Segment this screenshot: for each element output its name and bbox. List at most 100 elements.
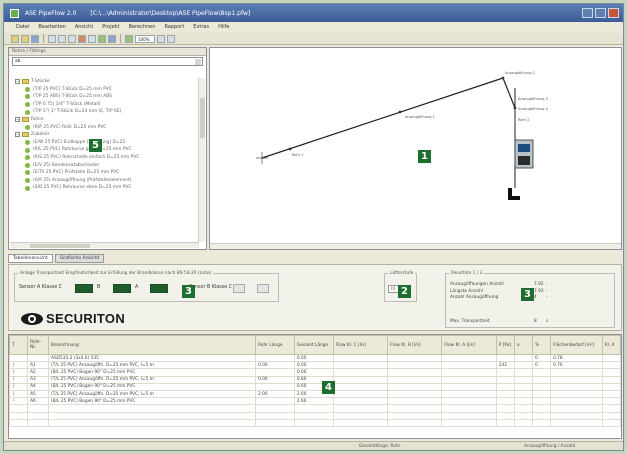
tree-item[interactable]: (R/S 25 PVC) Rohrschelle einfach D=25 mm… bbox=[11, 154, 199, 162]
table-row[interactable]: ├ A1 (T/L 25 PVC) Ansaugöffn. D=25 mm PVC,… bbox=[9, 361, 621, 370]
menu-projekt[interactable]: Projekt bbox=[102, 24, 119, 30]
sensor-b-class-c[interactable] bbox=[233, 284, 245, 293]
column-header[interactable]: a bbox=[513, 335, 533, 355]
tree-item[interactable]: (S/D 25 PVC) Rohrkurve eben D=25 mm PVC bbox=[11, 184, 199, 192]
pipe-drawing: Rohr 1 Ansaugöffnung 1 Ansaugöffnung 2 A… bbox=[256, 71, 549, 200]
fitting-icon bbox=[25, 178, 30, 184]
tree-item[interactable]: (A/P 25) Ansaugöffnung (Prüfstelleneleme… bbox=[11, 177, 199, 185]
tab-graphic-view[interactable]: Grafische Ansicht bbox=[54, 254, 105, 263]
calculate-icon[interactable] bbox=[98, 34, 106, 43]
sensor-a-class-c[interactable] bbox=[75, 284, 93, 293]
tree-item[interactable]: (T/P 25 PVC) T-Stück D=25 mm PVC bbox=[11, 86, 199, 94]
column-header[interactable]: Rohr-Nr. bbox=[27, 335, 50, 355]
menu-bearbeiten[interactable]: Bearbeiten bbox=[38, 24, 65, 30]
table-row[interactable]: ├ A5 (T/L 25 PVC) Ansaugöffn. D=25 mm PVC,… bbox=[9, 389, 621, 399]
print-icon[interactable] bbox=[48, 34, 56, 43]
close-icon[interactable] bbox=[608, 8, 619, 18]
column-header[interactable]: Flow Kl. C [l/s] bbox=[332, 335, 389, 355]
tree-item-label: (T/P 25 ABS) T-Stück D=25 mm ABS bbox=[33, 94, 112, 100]
column-header[interactable]: Bezeichnung bbox=[48, 335, 257, 355]
column-header[interactable]: Flow Kl. A [l/s] bbox=[441, 335, 497, 355]
collapse-icon[interactable]: − bbox=[15, 132, 20, 138]
zoom-select[interactable]: 100% bbox=[135, 34, 155, 43]
tree-item[interactable]: (E/V 25) Kondensatabscheider bbox=[11, 162, 199, 170]
maximize-icon[interactable] bbox=[595, 8, 606, 18]
table-row[interactable]: ├ A4 (B/L 25 PVC) Bogen 90° D=25 mm PVC 0.6… bbox=[9, 382, 621, 391]
cell-len: 0.00 bbox=[255, 361, 295, 370]
canvas-hscrollbar[interactable] bbox=[210, 243, 621, 249]
cut-icon[interactable] bbox=[58, 34, 66, 43]
fitting-icon bbox=[25, 147, 30, 153]
column-header[interactable]: Rohr Länge bbox=[255, 335, 295, 355]
column-header[interactable]: Flächenbedarf [m²] bbox=[550, 335, 603, 355]
toolbar: 100% bbox=[4, 33, 623, 45]
sensor-a-class-b[interactable] bbox=[113, 284, 131, 293]
cell-kl bbox=[601, 375, 621, 384]
zoom-out-icon[interactable] bbox=[167, 34, 175, 43]
new-file-icon[interactable] bbox=[11, 34, 19, 43]
tree-item[interactable]: (E/Th 25 PVC) Prüfstelle D=25 mm PVC bbox=[11, 169, 199, 177]
menu-ansicht[interactable]: Ansicht bbox=[75, 24, 93, 30]
menu-berechnen[interactable]: Berechnen bbox=[129, 24, 156, 30]
tree-folder[interactable]: − T-Stücke bbox=[11, 78, 199, 86]
cell-pct bbox=[531, 397, 552, 406]
save-icon[interactable] bbox=[31, 34, 39, 43]
tree-item[interactable]: (T/P 0.75) 3/4" T-Stück (Metall) bbox=[11, 101, 199, 109]
tree-item[interactable]: (R/P 25 PVC) Rohr D=25 mm PVC bbox=[11, 124, 199, 132]
open-folder-icon[interactable] bbox=[21, 34, 29, 43]
result-label: Anzahl Ansaugöffnung bbox=[450, 295, 499, 300]
chevron-down-icon[interactable] bbox=[195, 59, 201, 65]
column-header[interactable]: T bbox=[9, 335, 29, 355]
tree-hscrollbar[interactable] bbox=[10, 242, 199, 248]
menu-datei[interactable]: Datei bbox=[16, 24, 29, 30]
tree-item-label: (S/D 25 PVC) Rohrkurve eben D=25 mm PVC bbox=[33, 185, 132, 191]
tree-folder[interactable]: − Zubehör bbox=[11, 131, 199, 139]
cell-total: 0.00 bbox=[293, 353, 334, 363]
table-row[interactable]: ├ A3 (T/L 25 PVC) Ansaugöffn. D=25 mm PVC,… bbox=[9, 375, 621, 384]
fittings-tree: − T-Stücke (T/P 25 PVC) T-Stück D=25 mm PV… bbox=[11, 78, 199, 241]
copy-icon[interactable] bbox=[68, 34, 76, 43]
menu-extras[interactable]: Extras bbox=[193, 24, 209, 30]
fitting-icon bbox=[25, 124, 30, 130]
report-icon[interactable] bbox=[108, 34, 116, 43]
tree-item-label: Zubehör bbox=[31, 132, 50, 138]
tree-scrollbar[interactable] bbox=[198, 78, 205, 242]
pipe-icon[interactable] bbox=[125, 34, 133, 43]
sensor-b-class-b[interactable] bbox=[257, 284, 269, 293]
table-row[interactable]: ASD535-2 (3x4.6) 535 0.00 0 0.78 bbox=[9, 353, 621, 363]
collapse-icon[interactable]: − bbox=[15, 117, 20, 123]
column-header[interactable]: Gesamt Länge bbox=[293, 335, 334, 355]
collapse-icon[interactable]: − bbox=[15, 79, 20, 85]
tab-table-view[interactable]: Tabellenansicht bbox=[8, 254, 53, 263]
folder-icon bbox=[22, 117, 29, 123]
sensor-a-label: Sensor A Klasse C bbox=[19, 285, 63, 290]
cell-kl bbox=[601, 353, 621, 363]
table-row[interactable]: └ A6 (B/L 25 PVC) Bogen 90° D=25 mm PVC 2.6… bbox=[9, 397, 621, 406]
tree-item[interactable]: (T/P 25 ABS) T-Stück D=25 mm ABS bbox=[11, 93, 199, 101]
cell-c bbox=[332, 361, 389, 370]
delete-icon[interactable] bbox=[78, 34, 86, 43]
cell-area bbox=[550, 368, 603, 377]
minimize-icon[interactable] bbox=[582, 8, 593, 18]
cell-aa bbox=[513, 382, 533, 391]
menu-hilfe[interactable]: Hilfe bbox=[218, 24, 229, 30]
undo-icon[interactable] bbox=[88, 34, 96, 43]
menu-rapport[interactable]: Rapport bbox=[164, 24, 184, 30]
column-header[interactable]: % bbox=[531, 335, 552, 355]
sep-a: A bbox=[135, 285, 139, 290]
zoom-in-icon[interactable] bbox=[157, 34, 165, 43]
table-row[interactable]: ├ A2 (B/L 25 PVC) Bogen 90° D=25 mm PVC 0.0… bbox=[9, 368, 621, 377]
tree-folder[interactable]: − Rohre bbox=[11, 116, 199, 124]
column-header[interactable]: Kl. A bbox=[601, 335, 621, 355]
sensor-a-class-a[interactable] bbox=[150, 284, 168, 293]
tree-item[interactable]: (T/P 1") 1" T-Stück D=24 mm (E, T/P SE) bbox=[11, 108, 199, 116]
tree-item[interactable]: (R/L 25 PVC) Rohrkurve gross D=25 mm PVC bbox=[11, 146, 199, 154]
cell-a bbox=[441, 361, 497, 370]
column-header[interactable]: Flow Kl. B [l/s] bbox=[387, 335, 443, 355]
column-header[interactable]: P [Pa] bbox=[495, 335, 515, 355]
cell-p bbox=[495, 353, 515, 363]
cell-area bbox=[550, 397, 603, 406]
category-select[interactable]: ab bbox=[12, 57, 203, 66]
tree-item[interactable]: (E/W 25 PVC) Endkappe (Zuleitung) D=25 bbox=[11, 139, 199, 147]
drawing-canvas[interactable]: Rohr 1 Ansaugöffnung 1 Ansaugöffnung 2 A… bbox=[209, 47, 622, 250]
